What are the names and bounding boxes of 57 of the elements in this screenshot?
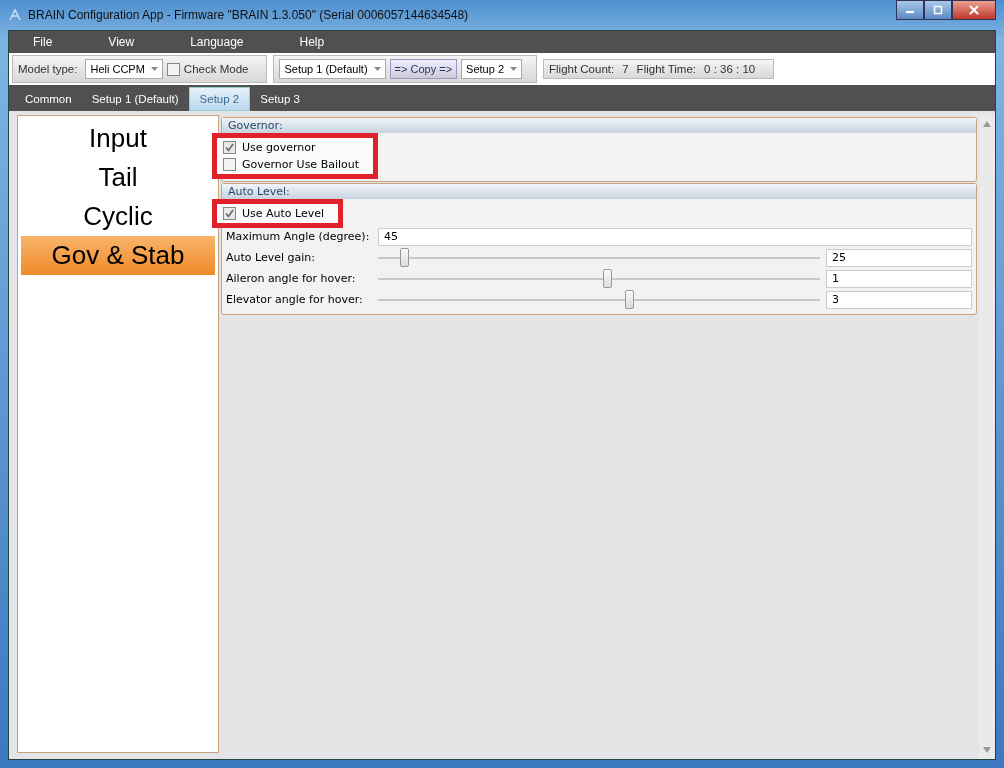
flight-count-value: 7	[622, 63, 629, 75]
model-type-label: Model type:	[18, 63, 78, 75]
copy-target-dropdown[interactable]: Setup 2	[461, 59, 522, 79]
input-field[interactable]: 25	[826, 248, 972, 267]
slider-thumb[interactable]	[399, 247, 409, 267]
copy-source-dropdown[interactable]: Setup 1 (Default)	[279, 59, 386, 79]
field-label: Elevator angle for hover:	[226, 293, 364, 306]
dropdown-caret-icon	[373, 67, 381, 71]
sidebar-item[interactable]: Cyclic	[21, 197, 215, 236]
dropdown-caret-icon	[150, 67, 158, 71]
dropdown-caret-icon	[510, 67, 517, 71]
checkbox-label: Governor Use Bailout	[242, 158, 360, 171]
tab[interactable]: Common	[15, 87, 82, 111]
menu-item[interactable]: Language	[190, 35, 244, 49]
sidebar-item[interactable]: Tail	[21, 158, 215, 197]
checkmark-icon	[225, 143, 234, 152]
scroll-up-icon[interactable]	[983, 121, 991, 127]
model-type-dropdown[interactable]: Heli CCPM	[85, 59, 163, 79]
input-field[interactable]: 45	[378, 227, 972, 246]
menu-item[interactable]: Help	[299, 35, 325, 49]
input-field[interactable]: 3	[826, 290, 972, 309]
copy-button[interactable]: => Copy =>	[389, 59, 458, 79]
checkbox[interactable]	[223, 141, 236, 154]
tab[interactable]: Setup 3	[250, 87, 310, 111]
checkbox-label: Use governor	[242, 141, 316, 154]
tab[interactable]: Setup 2	[188, 87, 251, 111]
checkbox[interactable]	[223, 158, 236, 171]
maximize-icon	[933, 5, 943, 15]
flight-count-label: Flight Count:	[549, 63, 615, 75]
sidebar-item[interactable]: Input	[21, 119, 215, 158]
slider-thumb[interactable]	[624, 289, 634, 309]
app-icon	[8, 8, 22, 22]
check-mode-label: Check Mode	[183, 63, 249, 75]
checkbox-label: Use Auto Level	[242, 207, 325, 220]
minimize-button[interactable]	[896, 0, 924, 20]
check-mode-checkbox[interactable]	[166, 62, 180, 76]
maximize-button[interactable]	[924, 0, 952, 20]
scroll-down-icon[interactable]	[983, 747, 991, 753]
input-field[interactable]: 1	[826, 269, 972, 288]
menu-item[interactable]: File	[33, 35, 53, 49]
flight-time-value: 0 : 36 : 10	[704, 63, 756, 75]
field-label: Auto Level gain:	[226, 251, 317, 264]
section-header: Governor:	[222, 118, 976, 133]
field-label: Aileron angle for hover:	[226, 272, 357, 285]
menu-item[interactable]: View	[108, 35, 135, 49]
checkbox[interactable]	[223, 207, 236, 220]
checkmark-icon	[225, 209, 234, 218]
window-title: BRAIN Configuration App - Firmware "BRAIN 1.3.050" (Serial 0006057144634548)	[28, 8, 469, 22]
scrollbar[interactable]	[979, 115, 995, 759]
flight-time-label: Flight Time:	[636, 63, 697, 75]
slider-thumb[interactable]	[602, 268, 612, 288]
field-label: Maximum Angle (degree):	[226, 230, 371, 243]
sidebar-item[interactable]: Gov & Stab	[21, 236, 215, 275]
section-header: Auto Level:	[222, 184, 976, 199]
close-icon	[969, 5, 979, 15]
tab[interactable]: Setup 1 (Default)	[81, 87, 189, 111]
close-button[interactable]	[952, 0, 996, 20]
